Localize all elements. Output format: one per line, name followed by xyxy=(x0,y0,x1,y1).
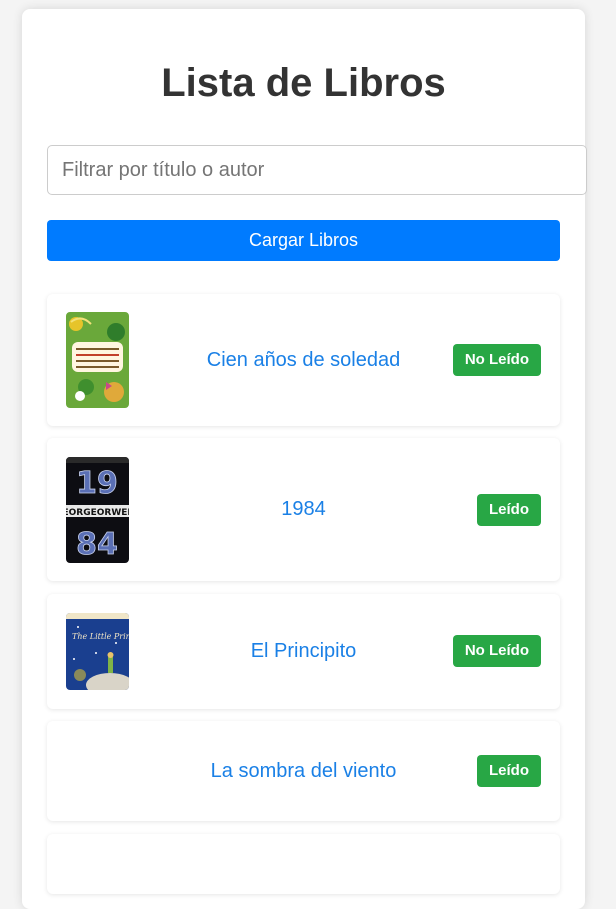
book-list-container: Lista de Libros Cargar Libros Cien años … xyxy=(22,9,587,909)
load-books-button[interactable]: Cargar Libros xyxy=(47,220,560,261)
status-badge[interactable]: No Leído xyxy=(452,635,541,667)
page-title: Lista de Libros xyxy=(161,61,446,105)
status-badge[interactable]: Leído xyxy=(477,494,541,526)
status-badge[interactable]: Leído xyxy=(477,755,541,787)
book-card xyxy=(47,834,560,894)
book-card: 19 GEORGEORWELL 84 1984 Leído xyxy=(47,438,560,581)
book-card: La sombra del viento Leído xyxy=(47,721,560,821)
status-badge[interactable]: No Leído xyxy=(452,344,541,376)
svg-text:19: 19 xyxy=(76,466,118,501)
book-card: The Little Prince El Principito No Leído xyxy=(47,594,560,709)
svg-text:84: 84 xyxy=(76,527,118,562)
book-card: Cien años de soledad No Leído xyxy=(47,294,560,426)
filter-input[interactable] xyxy=(47,145,587,195)
